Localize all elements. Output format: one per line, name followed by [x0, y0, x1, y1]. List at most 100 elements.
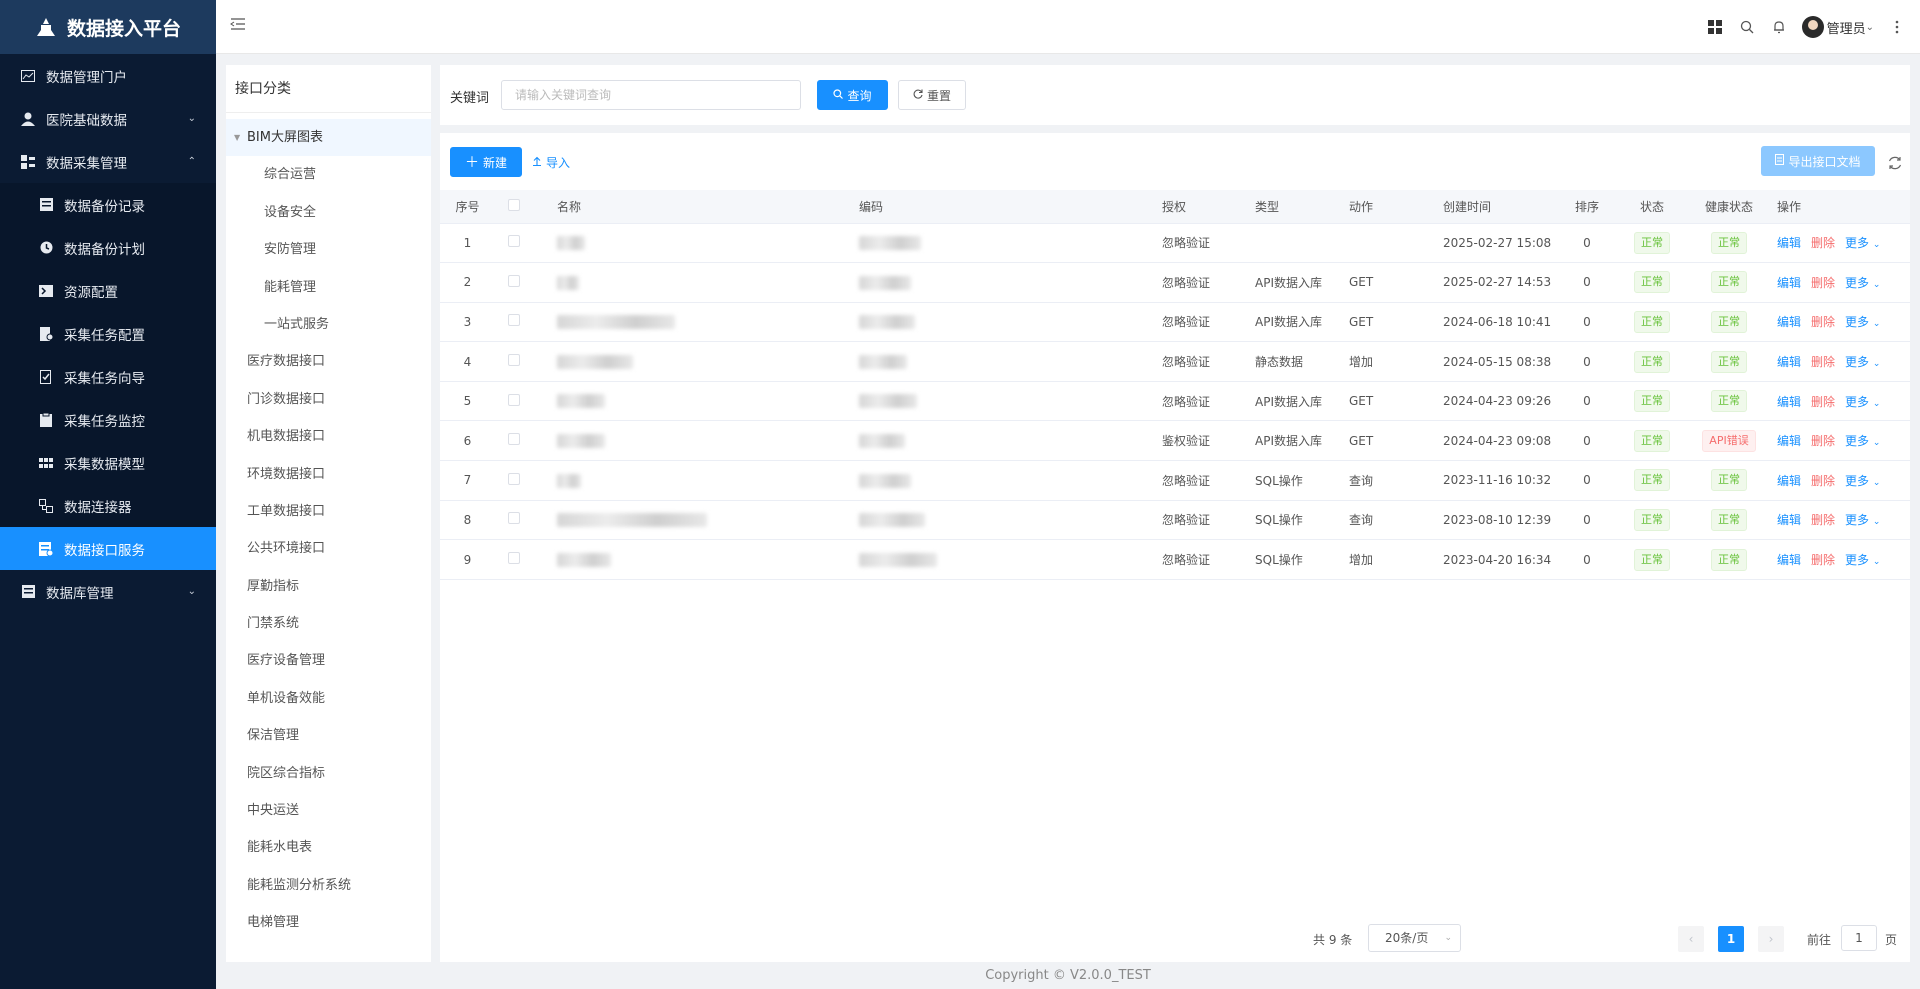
tree-node[interactable]: 机电数据接口: [226, 418, 431, 455]
delete-link[interactable]: 删除: [1811, 474, 1835, 488]
page-number-current[interactable]: 1: [1718, 926, 1744, 952]
row-checkbox[interactable]: [508, 393, 520, 406]
tree-node[interactable]: 中央运送: [226, 792, 431, 829]
delete-link[interactable]: 删除: [1811, 513, 1835, 527]
more-dropdown[interactable]: 更多 ⌄: [1845, 553, 1880, 567]
bell-icon[interactable]: [1770, 18, 1788, 36]
cell-action: GET: [1341, 302, 1435, 343]
edit-link[interactable]: 编辑: [1777, 434, 1801, 448]
caret-down-icon[interactable]: ▼: [234, 119, 240, 156]
tree-node[interactable]: 设备安全: [226, 194, 431, 231]
tree-node[interactable]: 一站式服务: [226, 306, 431, 343]
row-checkbox[interactable]: [508, 354, 520, 367]
edit-link[interactable]: 编辑: [1777, 315, 1801, 329]
query-button[interactable]: 查询: [817, 80, 888, 110]
upload-icon: [532, 155, 542, 169]
edit-link[interactable]: 编辑: [1777, 395, 1801, 409]
edit-link[interactable]: 编辑: [1777, 355, 1801, 369]
tree-node[interactable]: 安防管理: [226, 231, 431, 268]
more-vertical-icon[interactable]: [1888, 18, 1906, 36]
sidebar-item-hospital-data[interactable]: 医院基础数据 ⌄: [0, 97, 216, 140]
edit-link[interactable]: 编辑: [1777, 553, 1801, 567]
sidebar-item-backup-record[interactable]: 数据备份记录: [0, 183, 216, 226]
delete-link[interactable]: 删除: [1811, 276, 1835, 290]
menu-fold-icon[interactable]: [230, 17, 248, 35]
sidebar-item-task-config[interactable]: 采集任务配置: [0, 312, 216, 355]
category-tree-panel: 接口分类 ▼ BIM大屏图表 综合运营 设备安全 安防管理 能耗管理 一站式服务…: [226, 65, 431, 962]
apps-grid-icon[interactable]: [1706, 18, 1724, 36]
tree-node[interactable]: 综合运营: [226, 156, 431, 193]
tree-node[interactable]: 医疗设备管理: [226, 642, 431, 679]
cell-name: [550, 460, 852, 501]
row-checkbox[interactable]: [508, 552, 520, 565]
page-size-select[interactable]: 20条/页 ⌄: [1368, 924, 1461, 952]
cell-health: 正常: [1689, 539, 1769, 580]
import-button[interactable]: 导入: [532, 147, 570, 177]
sidebar-item-data-model[interactable]: 采集数据模型: [0, 441, 216, 484]
more-dropdown[interactable]: 更多 ⌄: [1845, 395, 1880, 409]
row-checkbox[interactable]: [508, 274, 520, 287]
select-all-checkbox[interactable]: [508, 198, 520, 211]
more-dropdown[interactable]: 更多 ⌄: [1845, 315, 1880, 329]
sidebar-item-collect[interactable]: 数据采集管理 ⌃: [0, 140, 216, 183]
reset-button[interactable]: 重置: [898, 80, 966, 110]
tree-node[interactable]: 厚勤指标: [226, 568, 431, 605]
tree-node[interactable]: 单机设备效能: [226, 680, 431, 717]
tree-node[interactable]: 保洁管理: [226, 717, 431, 754]
search-icon[interactable]: [1738, 18, 1756, 36]
edit-link[interactable]: 编辑: [1777, 513, 1801, 527]
tree-node[interactable]: 能耗监测分析系统: [226, 867, 431, 904]
goto-page-input[interactable]: 1: [1841, 925, 1877, 951]
delete-link[interactable]: 删除: [1811, 553, 1835, 567]
row-checkbox[interactable]: [508, 512, 520, 525]
more-dropdown[interactable]: 更多 ⌄: [1845, 513, 1880, 527]
next-page-button[interactable]: ›: [1758, 926, 1784, 952]
more-dropdown[interactable]: 更多 ⌄: [1845, 434, 1880, 448]
tree-node[interactable]: 门禁系统: [226, 605, 431, 642]
tree-node[interactable]: 能耗水电表: [226, 829, 431, 866]
delete-link[interactable]: 删除: [1811, 434, 1835, 448]
more-dropdown[interactable]: 更多 ⌄: [1845, 236, 1880, 250]
sidebar-item-task-wizard[interactable]: 采集任务向导: [0, 355, 216, 398]
delete-link[interactable]: 删除: [1811, 315, 1835, 329]
table-row: 1 忽略验证 2025-02-27 15:08 0 正常 正常 编辑 删除 更多 ⌄: [440, 223, 1910, 264]
tree-node[interactable]: 环境数据接口: [226, 456, 431, 493]
tree-node[interactable]: 工单数据接口: [226, 493, 431, 530]
refresh-icon[interactable]: [1887, 155, 1903, 171]
tree-node-parent[interactable]: ▼ BIM大屏图表: [226, 119, 431, 157]
delete-link[interactable]: 删除: [1811, 355, 1835, 369]
delete-link[interactable]: 删除: [1811, 395, 1835, 409]
row-checkbox[interactable]: [508, 314, 520, 327]
more-dropdown[interactable]: 更多 ⌄: [1845, 474, 1880, 488]
sidebar-item-backup-plan[interactable]: 数据备份计划: [0, 226, 216, 269]
edit-link[interactable]: 编辑: [1777, 236, 1801, 250]
tree-node[interactable]: 医疗数据接口: [226, 343, 431, 380]
tree-node[interactable]: 能耗管理: [226, 269, 431, 306]
tree-node[interactable]: 院区综合指标: [226, 755, 431, 792]
sidebar-item-resource-config[interactable]: 资源配置: [0, 269, 216, 312]
edit-link[interactable]: 编辑: [1777, 474, 1801, 488]
more-dropdown[interactable]: 更多 ⌄: [1845, 276, 1880, 290]
sidebar-item-label: 采集任务监控: [64, 413, 145, 430]
edit-link[interactable]: 编辑: [1777, 276, 1801, 290]
row-checkbox[interactable]: [508, 235, 520, 248]
sidebar-item-connector[interactable]: 数据连接器: [0, 484, 216, 527]
tree-node[interactable]: 公共环境接口: [226, 530, 431, 567]
row-checkbox[interactable]: [508, 472, 520, 485]
delete-link[interactable]: 删除: [1811, 236, 1835, 250]
sidebar-item-task-monitor[interactable]: 采集任务监控: [0, 398, 216, 441]
sidebar-item-api-service[interactable]: 数据接口服务: [0, 527, 216, 570]
sidebar-item-portal[interactable]: 数据管理门户: [0, 54, 216, 97]
tree-node[interactable]: 电梯管理: [226, 904, 431, 941]
new-button[interactable]: ＋ 新建: [450, 147, 522, 177]
user-menu[interactable]: 管理员 ⌄: [1801, 16, 1874, 38]
chevron-down-icon: ⌄: [1444, 933, 1452, 943]
row-checkbox[interactable]: [508, 433, 520, 446]
chevron-down-icon: ⌄: [1872, 319, 1881, 330]
sidebar-item-database[interactable]: 数据库管理 ⌄: [0, 570, 216, 613]
more-dropdown[interactable]: 更多 ⌄: [1845, 355, 1880, 369]
keyword-input[interactable]: 请输入关键词查询: [501, 80, 801, 110]
export-doc-button[interactable]: 导出接口文档: [1761, 146, 1875, 176]
prev-page-button[interactable]: ‹: [1678, 926, 1704, 952]
tree-node[interactable]: 门诊数据接口: [226, 381, 431, 418]
